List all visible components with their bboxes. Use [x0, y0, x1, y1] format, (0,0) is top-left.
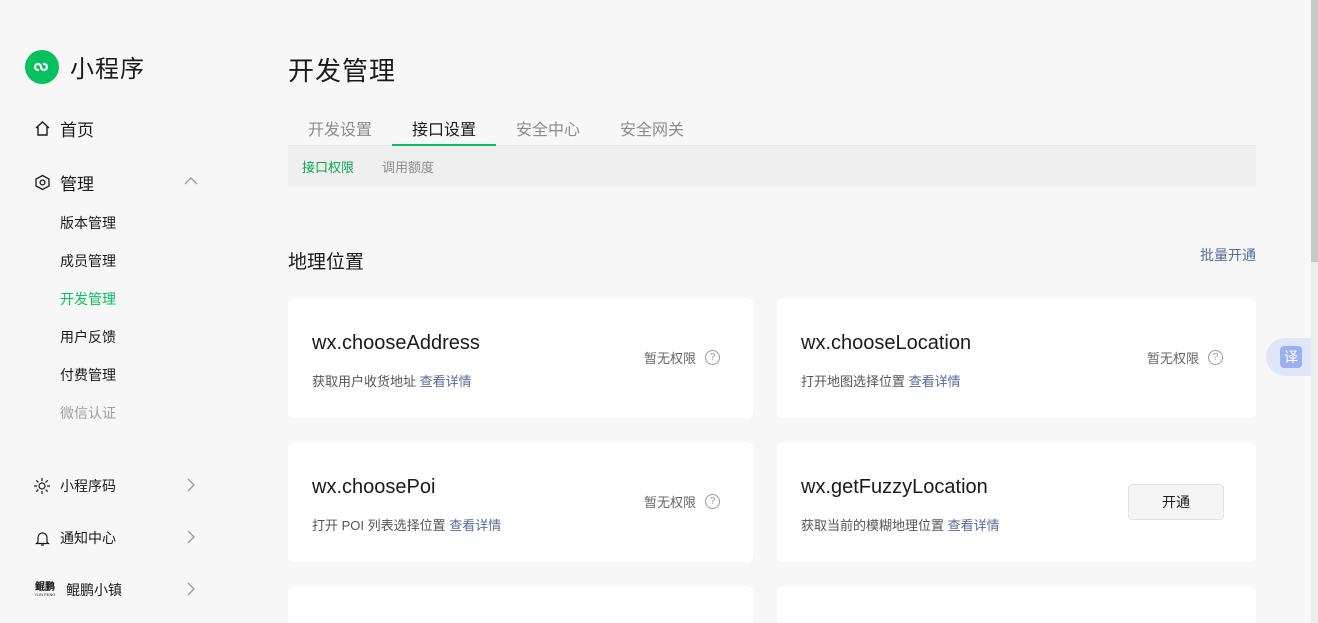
sun-code-icon [33, 477, 51, 495]
api-card: wx.chooseLocation 打开地图选择位置 查看详情 暂无权限 ? [777, 298, 1256, 418]
subtab-api-permissions[interactable]: 接口权限 [302, 157, 354, 176]
api-card: wx.chooseAddress 获取用户收货地址 查看详情 暂无权限 ? [288, 298, 753, 418]
scrollbar[interactable] [1311, 0, 1318, 623]
batch-open-link[interactable]: 批量开通 [1200, 245, 1256, 265]
page-title: 开发管理 [288, 56, 397, 86]
sidebar-item-notification[interactable]: 通知中心 [33, 528, 116, 548]
sidebar-item-kunpeng[interactable]: 鲲鹏 YUN PENG 鲲鹏小镇 [33, 580, 122, 600]
api-description: 获取当前的模糊地理位置 查看详情 [801, 518, 1000, 533]
api-card [777, 586, 1256, 623]
open-button[interactable]: 开通 [1128, 484, 1224, 520]
api-name: wx.getFuzzyLocation [801, 476, 988, 498]
sidebar-item-label: 管理 [60, 175, 94, 194]
tab-security-center[interactable]: 安全中心 [496, 106, 600, 146]
api-card [288, 586, 753, 623]
sidebar-item-label: 首页 [60, 121, 94, 140]
api-description: 打开 POI 列表选择位置 查看详情 [312, 518, 502, 533]
sidebar-subitem-wechat-verify[interactable]: 微信认证 [60, 403, 116, 423]
brand-name: 小程序 [70, 56, 145, 83]
api-name: wx.chooseLocation [801, 332, 972, 354]
sidebar-subitem-payment[interactable]: 付费管理 [60, 365, 116, 385]
tab-bar: 开发设置 接口设置 安全中心 安全网关 [288, 106, 1256, 146]
sidebar-subitem-feedback[interactable]: 用户反馈 [60, 327, 116, 347]
sidebar-subitem-version[interactable]: 版本管理 [60, 213, 116, 233]
home-icon [33, 120, 51, 138]
chevron-right-icon[interactable] [184, 478, 198, 492]
sidebar-item-home[interactable]: 首页 [33, 116, 94, 141]
hexagon-settings-icon [33, 174, 51, 192]
permission-status: 暂无权限 ? [1147, 348, 1223, 367]
view-details-link[interactable]: 查看详情 [449, 518, 501, 533]
kunpeng-logo-icon: 鲲鹏 YUN PENG [34, 582, 56, 597]
api-name: wx.chooseAddress [312, 332, 480, 354]
chevron-up-icon[interactable] [184, 174, 198, 188]
help-icon[interactable]: ? [1208, 350, 1223, 365]
view-details-link[interactable]: 查看详情 [420, 374, 472, 389]
tab-dev-settings[interactable]: 开发设置 [288, 106, 392, 146]
sidebar: 小程序 首页 管理 版本管理 成员管理 开发管理 用户反馈 付费管理 微信认证 … [0, 0, 240, 623]
view-details-link[interactable]: 查看详情 [909, 374, 961, 389]
sidebar-item-label: 通知中心 [60, 530, 116, 546]
sidebar-item-label: 鲲鹏小镇 [66, 582, 122, 598]
chevron-right-icon[interactable] [184, 530, 198, 544]
subtab-bar: 接口权限 调用额度 [288, 146, 1256, 186]
sidebar-subitem-dev[interactable]: 开发管理 [60, 289, 116, 309]
api-name: wx.choosePoi [312, 476, 436, 498]
bell-icon [33, 529, 51, 547]
sidebar-item-miniprogram-code[interactable]: 小程序码 [33, 476, 116, 496]
mini-program-logo-icon [25, 49, 59, 84]
help-icon[interactable]: ? [705, 494, 720, 509]
api-card: wx.getFuzzyLocation 获取当前的模糊地理位置 查看详情 开通 [777, 442, 1256, 562]
scrollbar-thumb[interactable] [1311, 0, 1318, 262]
tab-api-settings[interactable]: 接口设置 [392, 106, 496, 146]
permission-status: 暂无权限 ? [644, 348, 720, 367]
api-description: 获取用户收货地址 查看详情 [312, 374, 472, 389]
help-icon[interactable]: ? [705, 350, 720, 365]
brand[interactable]: 小程序 [25, 49, 145, 84]
sidebar-item-label: 小程序码 [60, 478, 116, 494]
chevron-right-icon[interactable] [184, 582, 198, 596]
sidebar-subitem-members[interactable]: 成员管理 [60, 251, 116, 271]
translate-icon: 译 [1280, 346, 1302, 368]
api-description: 打开地图选择位置 查看详情 [801, 374, 961, 389]
sidebar-item-manage[interactable]: 管理 [33, 170, 94, 195]
section-title: 地理位置 [288, 252, 365, 273]
permission-status: 暂无权限 ? [644, 492, 720, 511]
api-card: wx.choosePoi 打开 POI 列表选择位置 查看详情 暂无权限 ? [288, 442, 753, 562]
tab-security-gateway[interactable]: 安全网关 [600, 106, 704, 146]
view-details-link[interactable]: 查看详情 [948, 518, 1000, 533]
subtab-call-quota[interactable]: 调用额度 [382, 157, 434, 176]
